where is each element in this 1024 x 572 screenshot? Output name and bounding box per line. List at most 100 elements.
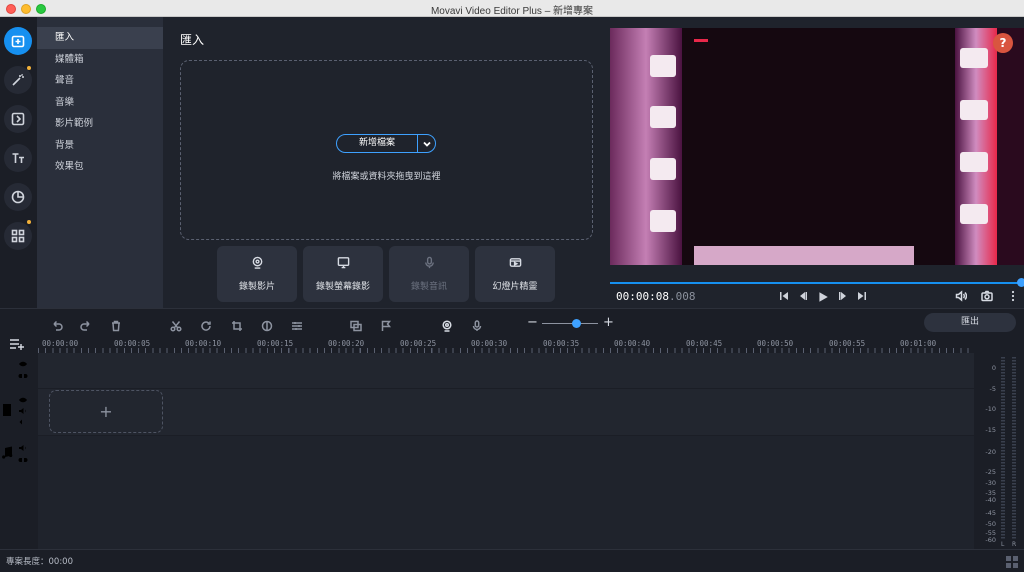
zoom-out-button[interactable]: − <box>527 315 538 330</box>
crop-icon <box>232 321 242 331</box>
record-voiceover-button[interactable] <box>471 317 483 331</box>
rotate-icon <box>201 321 211 331</box>
audio-track-header <box>0 436 38 549</box>
meter-label: 0 <box>991 364 996 372</box>
microphone-icon <box>472 320 482 331</box>
timeline-zoom-handle[interactable] <box>572 319 581 328</box>
delete-button[interactable] <box>110 317 122 332</box>
clip-properties-button[interactable] <box>291 317 303 330</box>
crop-button[interactable] <box>231 317 243 331</box>
window-title: Movavi Video Editor Plus – 新增專案 <box>430 6 594 17</box>
playback-progress-bar[interactable] <box>610 282 1022 284</box>
volume-icon[interactable] <box>955 290 967 302</box>
transitions-tool-button[interactable] <box>4 105 32 133</box>
previous-frame-icon[interactable] <box>798 291 808 301</box>
category-sounds[interactable]: 聲音 <box>37 70 163 92</box>
right-channel-label: R <box>1012 541 1017 548</box>
more-tools-icon <box>11 229 25 243</box>
split-button[interactable] <box>170 317 182 332</box>
trash-icon <box>112 320 120 332</box>
link-icon[interactable] <box>18 372 28 380</box>
more-tools-button[interactable] <box>4 222 32 250</box>
record-screen-button[interactable]: 錄製螢幕錄影 <box>303 246 383 302</box>
skip-to-start-icon[interactable] <box>779 291 789 301</box>
import-tool-button[interactable] <box>4 27 32 55</box>
arrow-left-icon[interactable] <box>18 418 28 426</box>
microphone-icon <box>424 256 434 269</box>
add-file-button[interactable]: 新增檔案 <box>336 134 436 153</box>
undo-button[interactable] <box>51 317 63 331</box>
ruler-label: 00:00:10 <box>185 339 222 348</box>
add-file-label[interactable]: 新增檔案 <box>337 135 417 152</box>
more-options-icon[interactable] <box>1007 290 1019 302</box>
help-button[interactable]: ? <box>993 33 1013 53</box>
color-adjust-icon <box>261 320 273 332</box>
drop-zone[interactable]: 新增檔案 將檔案或資料夾拖曳到這裡 <box>180 60 593 240</box>
add-file-dropdown[interactable] <box>418 135 435 152</box>
titles-tool-button[interactable] <box>4 144 32 172</box>
right-channel-meter <box>1012 357 1016 539</box>
audio-track[interactable] <box>38 436 974 549</box>
redo-button[interactable] <box>80 317 92 331</box>
category-effect-packs[interactable]: 效果包 <box>37 156 163 178</box>
rotate-button[interactable] <box>200 317 212 331</box>
volume-icon[interactable] <box>18 444 28 452</box>
overlay-button[interactable] <box>350 317 362 332</box>
meter-label: -10 <box>985 405 996 413</box>
webcam-icon <box>252 256 262 269</box>
title-track[interactable] <box>38 353 974 388</box>
category-music[interactable]: 音樂 <box>37 92 163 114</box>
ruler-label: 00:00:40 <box>614 339 651 348</box>
skip-to-end-icon[interactable] <box>857 291 867 301</box>
video-track[interactable] <box>38 389 974 435</box>
record-webcam-button[interactable] <box>441 317 453 332</box>
playback-progress-handle[interactable] <box>1017 278 1024 287</box>
ruler-label: 00:00:25 <box>400 339 437 348</box>
eye-icon[interactable] <box>18 396 28 404</box>
timecode-display: 00:00:08.008 <box>616 290 695 303</box>
chevron-down-icon <box>422 141 431 147</box>
film-strip-frame <box>610 28 1024 265</box>
meter-label: -5 <box>989 385 996 393</box>
zoom-in-button[interactable]: + <box>603 315 614 330</box>
music-note-icon <box>2 446 13 459</box>
export-button[interactable]: 匯出 <box>924 313 1016 332</box>
import-title: 匯入 <box>180 33 205 47</box>
resize-grip-icon[interactable] <box>1006 553 1018 568</box>
film-track-icon <box>3 404 11 416</box>
stickers-tool-button[interactable] <box>4 183 32 211</box>
slideshow-icon <box>509 258 521 267</box>
color-adjust-button[interactable] <box>261 317 273 332</box>
record-audio-button[interactable]: 錄製音訊 <box>389 246 469 302</box>
redo-icon <box>80 320 90 331</box>
title-track-header <box>0 353 38 388</box>
add-clip-placeholder[interactable]: + <box>49 390 163 433</box>
volume-icon[interactable] <box>18 407 28 415</box>
meter-label: -30 <box>985 479 996 487</box>
category-media-bin[interactable]: 媒體箱 <box>37 49 163 71</box>
category-sample-videos[interactable]: 影片範例 <box>37 113 163 135</box>
timeline-ruler[interactable]: 00:00:00 00:00:05 00:00:10 00:00:15 00:0… <box>38 336 974 353</box>
window-titlebar: Movavi Video Editor Plus – 新增專案 <box>0 0 1024 17</box>
add-track-icon[interactable] <box>9 338 25 350</box>
play-icon[interactable] <box>817 291 829 303</box>
ruler-label: 00:00:45 <box>686 339 723 348</box>
add-marker-button[interactable] <box>380 317 392 331</box>
eye-icon[interactable] <box>18 360 28 368</box>
meter-label: -50 <box>985 520 996 528</box>
import-icon <box>11 35 25 48</box>
next-frame-icon[interactable] <box>838 291 848 301</box>
timeline-zoom-slider[interactable] <box>542 323 598 324</box>
left-channel-meter <box>1001 357 1005 539</box>
slideshow-wizard-button[interactable]: 幻燈片精靈 <box>475 246 555 302</box>
scissors-icon <box>170 321 182 332</box>
snapshot-camera-icon[interactable] <box>981 290 993 302</box>
project-length: 專案長度：00:00 <box>6 557 73 567</box>
link-icon[interactable] <box>18 456 28 464</box>
record-video-button[interactable]: 錄製影片 <box>217 246 297 302</box>
category-import[interactable]: 匯入 <box>37 27 163 49</box>
category-backgrounds[interactable]: 背景 <box>37 135 163 157</box>
effects-tool-button[interactable] <box>4 66 32 94</box>
left-channel-label: L <box>1001 541 1005 548</box>
timeline-toolbar: − + 匯出 <box>0 308 1024 336</box>
